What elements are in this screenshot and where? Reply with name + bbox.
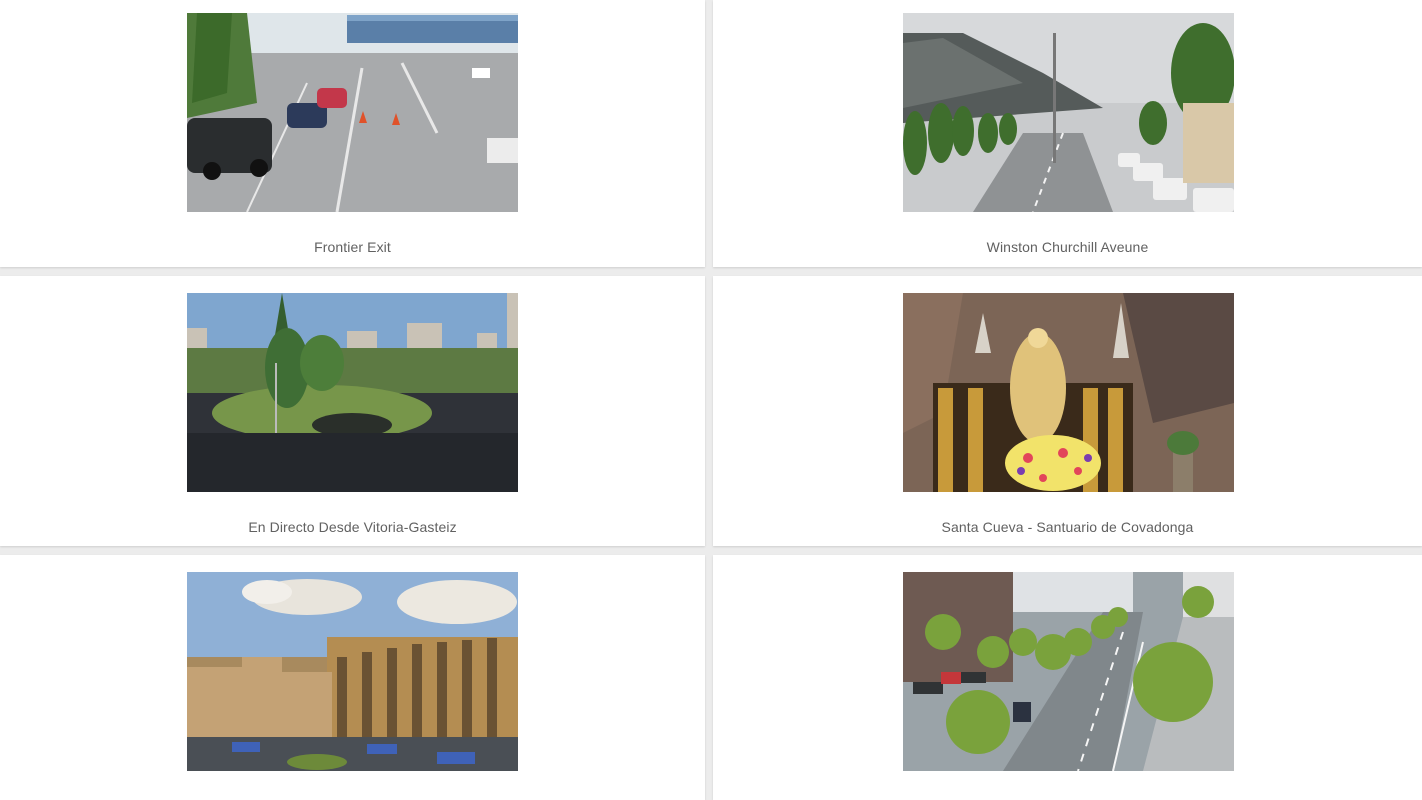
webcam-title: Santa Cueva - Santuario de Covadonga bbox=[941, 519, 1194, 535]
webcam-grid: Frontier Exit Winston Churchill Aveune E… bbox=[0, 0, 1422, 800]
webcam-title: Frontier Exit bbox=[314, 239, 391, 255]
webcam-thumbnail[interactable] bbox=[187, 293, 518, 492]
webcam-thumbnail[interactable] bbox=[903, 293, 1234, 492]
webcam-image-roundabout bbox=[187, 293, 518, 492]
webcam-image-border-crossing bbox=[187, 13, 518, 212]
webcam-card-frontier-exit[interactable]: Frontier Exit bbox=[0, 0, 705, 267]
webcam-image-avenue-rock bbox=[903, 13, 1234, 212]
webcam-thumbnail[interactable] bbox=[187, 13, 518, 212]
webcam-title: Winston Churchill Aveune bbox=[986, 239, 1149, 255]
webcam-card-winston-churchill[interactable]: Winston Churchill Aveune bbox=[713, 0, 1422, 267]
webcam-image-aqueduct bbox=[187, 572, 518, 771]
webcam-card-covadonga[interactable]: Santa Cueva - Santuario de Covadonga bbox=[713, 276, 1422, 546]
webcam-thumbnail[interactable] bbox=[187, 572, 518, 771]
webcam-thumbnail[interactable] bbox=[903, 572, 1234, 771]
webcam-card-aqueduct[interactable] bbox=[0, 555, 705, 800]
webcam-title: En Directo Desde Vitoria-Gasteiz bbox=[248, 519, 457, 535]
webcam-card-vitoria-gasteiz[interactable]: En Directo Desde Vitoria-Gasteiz bbox=[0, 276, 705, 546]
webcam-image-cave-shrine bbox=[903, 293, 1234, 492]
webcam-image-tree-avenue bbox=[903, 572, 1234, 771]
webcam-thumbnail[interactable] bbox=[903, 13, 1234, 212]
webcam-card-tree-avenue[interactable] bbox=[713, 555, 1422, 800]
